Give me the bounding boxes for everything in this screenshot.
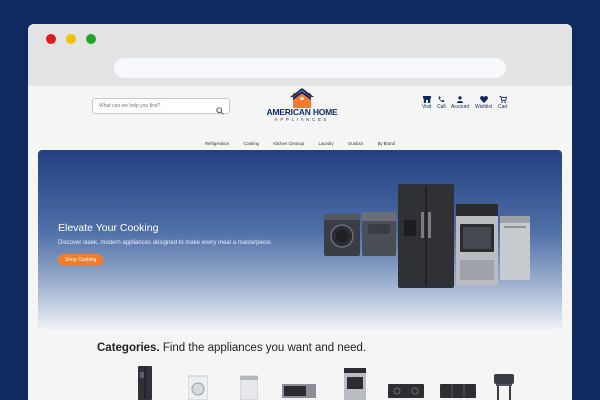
cart-label: Cart	[498, 104, 508, 110]
nav-item-refrigeration[interactable]: Refrigeration	[205, 141, 229, 146]
nav-item-outdoor[interactable]: Outdoor	[348, 141, 363, 146]
top-load-washer-image	[362, 212, 396, 256]
category-range-thumb[interactable]	[344, 366, 366, 400]
close-window-button[interactable]	[46, 34, 56, 44]
carousel-dots[interactable]	[288, 322, 318, 326]
minimize-window-button[interactable]	[66, 34, 76, 44]
search-box[interactable]	[92, 98, 230, 115]
account-label: Account	[451, 104, 470, 110]
maximize-window-button[interactable]	[86, 34, 96, 44]
categories-heading-rest: Find the appliances you want and need.	[159, 342, 367, 354]
category-microwave-thumb[interactable]	[282, 366, 316, 400]
cart-icon	[499, 96, 507, 103]
nav-item-cooking[interactable]: Cooking	[244, 141, 259, 146]
category-washer-thumb[interactable]	[188, 366, 208, 400]
hero-subtitle: Discover sleek, modern appliances design…	[58, 240, 273, 246]
washer-image	[324, 214, 360, 256]
category-rangetop-thumb[interactable]	[440, 366, 476, 400]
browser-chrome	[28, 24, 572, 86]
web-page: AMERICAN HOME APPLIANCES Visit Call Acco…	[28, 86, 572, 400]
main-nav: Refrigeration Cooking Kitchen Cleanup La…	[28, 132, 572, 146]
hero-title: Elevate Your Cooking	[58, 222, 159, 234]
logo-line2: APPLIANCES	[274, 117, 330, 122]
search-input[interactable]	[99, 101, 211, 111]
shop-cooking-button[interactable]: Shop Cooking	[58, 254, 104, 266]
account-button[interactable]: Account	[451, 96, 469, 110]
user-icon	[456, 96, 464, 103]
wishlist-label: Wishlist	[475, 104, 493, 110]
category-refrigerator-thumb[interactable]	[138, 366, 152, 400]
range-image	[456, 204, 498, 286]
categories-heading-bold: Categories.	[97, 342, 160, 354]
heart-icon	[479, 96, 488, 103]
category-dishwasher-thumb[interactable]	[240, 366, 258, 400]
dishwasher-image	[500, 216, 530, 280]
cart-button[interactable]: Cart	[498, 96, 507, 110]
browser-window: AMERICAN HOME APPLIANCES Visit Call Acco…	[28, 24, 572, 400]
store-icon	[422, 96, 431, 103]
nav-item-kitchen-cleanup[interactable]: Kitchen Cleanup	[273, 141, 304, 146]
call-button[interactable]: Call	[437, 96, 446, 110]
phone-icon	[438, 96, 445, 103]
category-strip	[96, 366, 516, 400]
visit-button[interactable]: Visit	[422, 96, 431, 110]
wishlist-button[interactable]: Wishlist	[475, 96, 492, 110]
hero-appliances-image	[324, 184, 530, 288]
categories-heading: Categories. Find the appliances you want…	[97, 342, 366, 354]
search-icon[interactable]	[216, 102, 224, 120]
category-grill-thumb[interactable]	[492, 366, 516, 400]
call-label: Call	[437, 104, 446, 110]
nav-item-by-brand[interactable]: By Brand	[378, 141, 395, 146]
category-cooktop-thumb[interactable]	[388, 366, 424, 400]
nav-item-laundry[interactable]: Laundry	[319, 141, 334, 146]
refrigerator-image	[398, 184, 454, 288]
hero-banner: Elevate Your Cooking Discover sleek, mod…	[38, 150, 562, 330]
site-logo[interactable]: AMERICAN HOME APPLIANCES	[262, 88, 342, 126]
logo-line1: AMERICAN HOME	[266, 107, 338, 117]
header-actions: Visit Call Account Wishlist Cart	[422, 96, 512, 118]
visit-label: Visit	[422, 104, 432, 110]
address-bar[interactable]	[114, 58, 506, 78]
